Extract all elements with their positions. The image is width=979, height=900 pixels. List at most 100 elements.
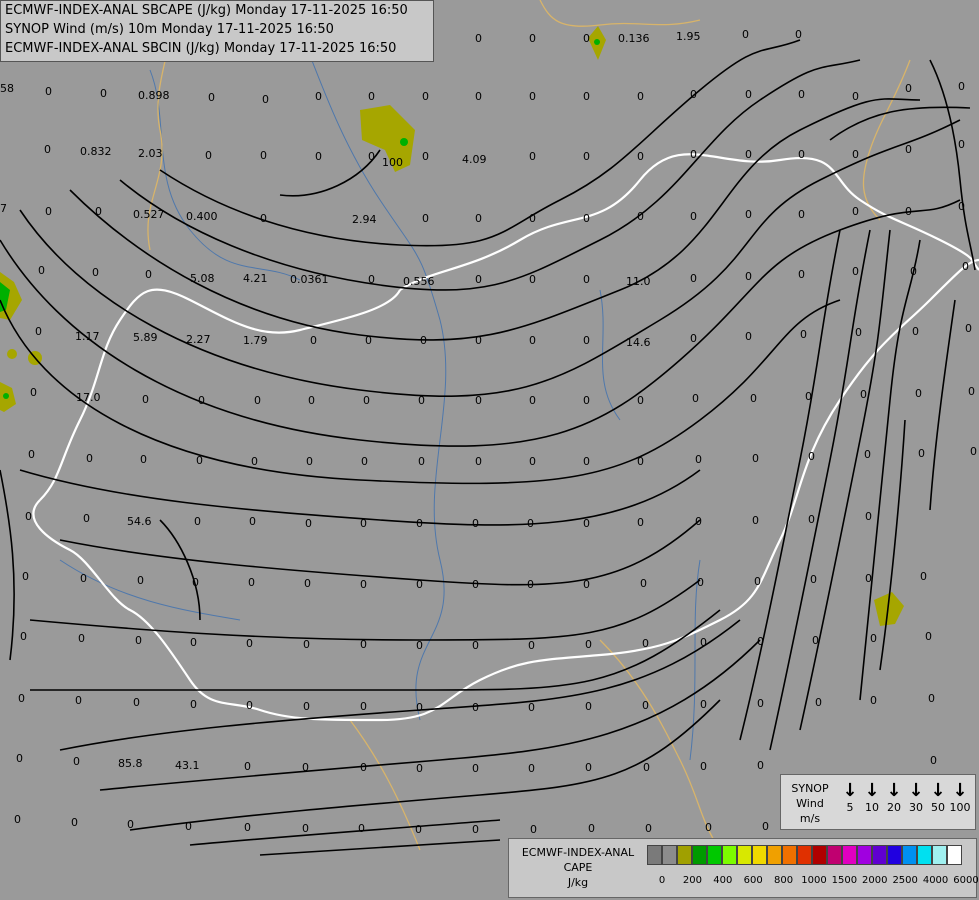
- synop-legend-value: 30: [909, 801, 923, 814]
- cape-value-label: 0: [194, 515, 201, 528]
- cape-tick-label: 6000: [953, 875, 979, 886]
- cape-value-label: 0: [697, 576, 704, 589]
- cape-value-label: 0: [360, 578, 367, 591]
- cape-value-label: 0: [73, 755, 80, 768]
- cape-value-label: 0: [805, 390, 812, 403]
- cape-value-label: 0: [958, 80, 965, 93]
- cape-value-label: 0: [637, 150, 644, 163]
- cape-value-label: 0: [745, 270, 752, 283]
- cape-value-label: 0: [970, 445, 977, 458]
- cape-value-label: 0: [246, 699, 253, 712]
- cape-tick-label: 1500: [831, 875, 858, 886]
- cape-value-label: 0: [302, 761, 309, 774]
- cape-color-legend: ECMWF-INDEX-ANAL CAPE J/kg 0 200 400 600 800…: [508, 838, 979, 898]
- cape-value-label: 0: [475, 273, 482, 286]
- cape-value-label: 0: [852, 90, 859, 103]
- cape-value-label: 0: [363, 394, 370, 407]
- cape-value-label: 0: [905, 205, 912, 218]
- cape-value-label: 0: [800, 328, 807, 341]
- cape-color-swatch: [707, 845, 722, 865]
- cape-value-label: 0: [137, 574, 144, 587]
- cape-value-label: 0: [196, 454, 203, 467]
- cape-value-label: 0: [588, 822, 595, 835]
- cape-value-label: 0: [958, 200, 965, 213]
- cape-value-label: 0: [360, 700, 367, 713]
- cape-color-swatch: [857, 845, 872, 865]
- cape-value-label: 0: [472, 701, 479, 714]
- cape-value-label: 0: [472, 639, 479, 652]
- wind-arrow-icon: ↓: [908, 780, 924, 801]
- cape-color-swatch: [797, 845, 812, 865]
- cape-value-label: 0: [418, 455, 425, 468]
- cape-value-label: 0: [185, 820, 192, 833]
- synop-legend-item: ↓ 10: [861, 781, 883, 815]
- weather-map[interactable]: 58000.89800000000.1361.95000000000000000…: [0, 0, 979, 900]
- cape-value-label: 54.6: [127, 515, 152, 528]
- cape-value-label: 0: [95, 205, 102, 218]
- cape-value-label: 0: [852, 205, 859, 218]
- wind-arrow-icon: ↓: [952, 780, 968, 801]
- cape-value-label: 0: [260, 212, 267, 225]
- cape-value-label: 0: [690, 210, 697, 223]
- cape-value-label: 0: [700, 636, 707, 649]
- cape-value-label: 0: [852, 265, 859, 278]
- cape-color-swatch: [812, 845, 827, 865]
- synop-wind-legend: SYNOP Wind m/s ↓ 5 ↓ 10 ↓ 20 ↓ 30 ↓ 50 ↓ 100: [780, 774, 976, 830]
- cape-value-label: 0: [910, 265, 917, 278]
- cape-value-label: 0: [745, 330, 752, 343]
- cape-value-label: 0: [422, 90, 429, 103]
- cape-color-swatch: [737, 845, 752, 865]
- cape-value-label: 0: [22, 570, 29, 583]
- cape-value-label: 0: [583, 90, 590, 103]
- header-line-sbcape: ECMWF-INDEX-ANAL SBCAPE (J/kg) Monday 17…: [5, 3, 408, 18]
- cape-value-label: 0: [38, 264, 45, 277]
- cape-value-label: 0: [692, 392, 699, 405]
- cape-value-label: 0: [416, 701, 423, 714]
- cape-value-label: 0: [308, 394, 315, 407]
- cape-value-label: 0: [416, 762, 423, 775]
- cape-value-label: 0: [304, 577, 311, 590]
- cape-value-label: 0: [475, 394, 482, 407]
- synop-legend-title-line2: Wind: [796, 797, 824, 810]
- cape-value-label: 0: [962, 260, 969, 273]
- cape-value-label: 0: [360, 761, 367, 774]
- cape-value-label: 0: [865, 510, 872, 523]
- cape-value-label: 0: [528, 701, 535, 714]
- cape-value-label: 2.94: [352, 213, 377, 226]
- cape-value-label: 0: [249, 515, 256, 528]
- cape-value-label: 0: [302, 822, 309, 835]
- cape-value-label: 0: [190, 698, 197, 711]
- cape-color-swatch: [782, 845, 797, 865]
- cape-value-label: 0: [530, 823, 537, 836]
- cape-value-label: 0: [472, 823, 479, 836]
- cape-value-label: 43.1: [175, 759, 200, 772]
- cape-value-label: 0.556: [403, 275, 435, 288]
- cape-value-label: 0: [860, 388, 867, 401]
- synop-legend-item: ↓ 5: [839, 781, 861, 815]
- cape-value-label: 0: [808, 513, 815, 526]
- synop-legend-value: 5: [846, 801, 854, 814]
- cape-value-label: 0: [35, 325, 42, 338]
- cape-value-label: 0: [583, 334, 590, 347]
- cape-value-label: 0: [78, 632, 85, 645]
- cape-value-label: 0: [45, 85, 52, 98]
- cape-value-label: 0: [368, 90, 375, 103]
- cape-color-swatch: [902, 845, 917, 865]
- cape-value-label: 0: [798, 208, 805, 221]
- cape-value-label: 0: [642, 637, 649, 650]
- cape-value-label: 0: [585, 700, 592, 713]
- cape-value-label: 0: [420, 334, 427, 347]
- cape-value-label: 0: [529, 455, 536, 468]
- cape-value-label: 5.08: [190, 272, 215, 285]
- cape-value-label: 0: [798, 88, 805, 101]
- cape-color-bar: [647, 845, 962, 865]
- cape-value-label: 0: [127, 818, 134, 831]
- cape-value-label: 0: [958, 138, 965, 151]
- cape-tick-label: 2500: [892, 875, 918, 886]
- cape-value-label: 0: [475, 455, 482, 468]
- cape-value-label: 0: [757, 759, 764, 772]
- cape-value-label: 0: [475, 32, 482, 45]
- cape-value-label: 0: [528, 639, 535, 652]
- cape-value-label: 0: [140, 453, 147, 466]
- cape-value-label: 0: [637, 516, 644, 529]
